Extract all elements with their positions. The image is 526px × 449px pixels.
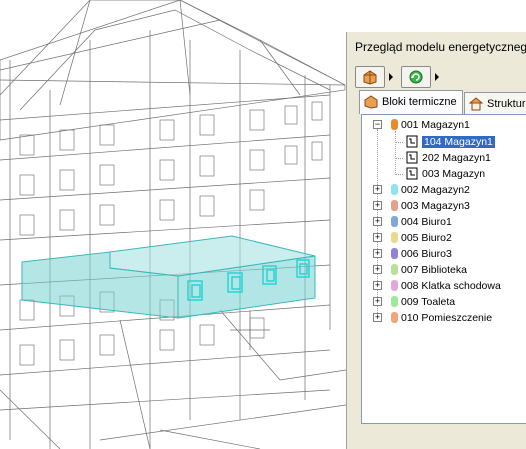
expand-icon[interactable]: + (373, 313, 382, 322)
tree-item-label: 002 Magazyn2 (401, 184, 470, 196)
tree-item-label: 003 Magazyn3 (401, 200, 470, 212)
thermal-block-tree[interactable]: − 001 Magazyn1 104 Magazyn1 202 Magazyn1 (361, 114, 526, 424)
tree-item[interactable]: + 004 Biuro1 (362, 214, 522, 230)
structure-icon (469, 97, 483, 111)
expand-icon[interactable]: + (373, 185, 382, 194)
tree-item-label: 104 Magazyn1 (422, 136, 495, 148)
tree-item-label: 005 Biuro2 (401, 232, 452, 244)
tree-item[interactable]: + 009 Toaleta (362, 294, 522, 310)
block-color-swatch (391, 232, 398, 243)
tree-item-label: 003 Magazyn (422, 168, 486, 180)
block-color-swatch (391, 200, 398, 211)
tab-label: Struktur (487, 98, 526, 110)
tree-child-item[interactable]: 202 Magazyn1 (362, 150, 522, 166)
tree-item[interactable]: + 007 Biblioteka (362, 262, 522, 278)
tree-item-label: 007 Biblioteka (401, 264, 467, 276)
room-icon (406, 167, 418, 180)
room-icon (406, 151, 418, 164)
model-dropdown-arrow[interactable] (389, 73, 393, 81)
tree-item[interactable]: + 006 Biuro3 (362, 246, 522, 262)
tree-item-label: 008 Klatka schodowa (401, 280, 501, 292)
expand-icon[interactable]: + (373, 201, 382, 210)
model-icon (363, 70, 377, 85)
3d-model-viewport[interactable] (0, 0, 346, 449)
tree-child-item[interactable]: 003 Magazyn (362, 166, 522, 182)
collapse-icon[interactable]: − (373, 120, 382, 129)
tree-item[interactable]: + 002 Magazyn2 (362, 182, 522, 198)
block-color-swatch (391, 119, 398, 130)
tree-item[interactable]: + 008 Klatka schodowa (362, 278, 522, 294)
expand-icon[interactable]: + (373, 297, 382, 306)
model-toolbar-button[interactable] (355, 66, 385, 88)
tree-item-label: 202 Magazyn1 (422, 152, 491, 164)
building-wireframe (0, 0, 346, 449)
expand-icon[interactable]: + (373, 265, 382, 274)
tree-item-label: 010 Pomieszczenie (401, 312, 493, 324)
block-color-swatch (391, 248, 398, 259)
room-icon (406, 135, 418, 148)
refresh-icon (409, 70, 423, 84)
tab-thermal-blocks[interactable]: Bloki termiczne (359, 90, 463, 114)
tree-item-label: 001 Magazyn1 (401, 119, 470, 131)
thermal-block-icon (364, 95, 378, 109)
expand-icon[interactable]: + (373, 281, 382, 290)
refresh-dropdown-arrow[interactable] (435, 73, 439, 81)
expand-icon[interactable]: + (373, 233, 382, 242)
expand-icon[interactable]: + (373, 249, 382, 258)
block-color-swatch (391, 312, 398, 323)
tree-item[interactable]: + 010 Pomieszczenie (362, 310, 522, 326)
block-color-swatch (391, 216, 398, 227)
energy-model-panel: Przegląd modelu energetycznego Bloki ter… (346, 32, 526, 449)
tree-item[interactable]: + 003 Magazyn3 (362, 198, 522, 214)
block-color-swatch (391, 296, 398, 307)
tree-child-item[interactable]: 104 Magazyn1 (362, 134, 522, 150)
tree-item-root[interactable]: − 001 Magazyn1 (362, 117, 522, 133)
block-color-swatch (391, 184, 398, 195)
tab-label: Bloki termiczne (382, 96, 457, 108)
tree-item[interactable]: + 005 Biuro2 (362, 230, 522, 246)
refresh-toolbar-button[interactable] (401, 66, 431, 88)
tab-structure[interactable]: Struktur (464, 92, 526, 114)
tree-item-label: 009 Toaleta (401, 296, 456, 308)
block-color-swatch (391, 264, 398, 275)
tree-item-label: 004 Biuro1 (401, 216, 452, 228)
expand-icon[interactable]: + (373, 217, 382, 226)
panel-title: Przegląd modelu energetycznego (355, 40, 526, 54)
tree-item-label: 006 Biuro3 (401, 248, 452, 260)
block-color-swatch (391, 280, 398, 291)
